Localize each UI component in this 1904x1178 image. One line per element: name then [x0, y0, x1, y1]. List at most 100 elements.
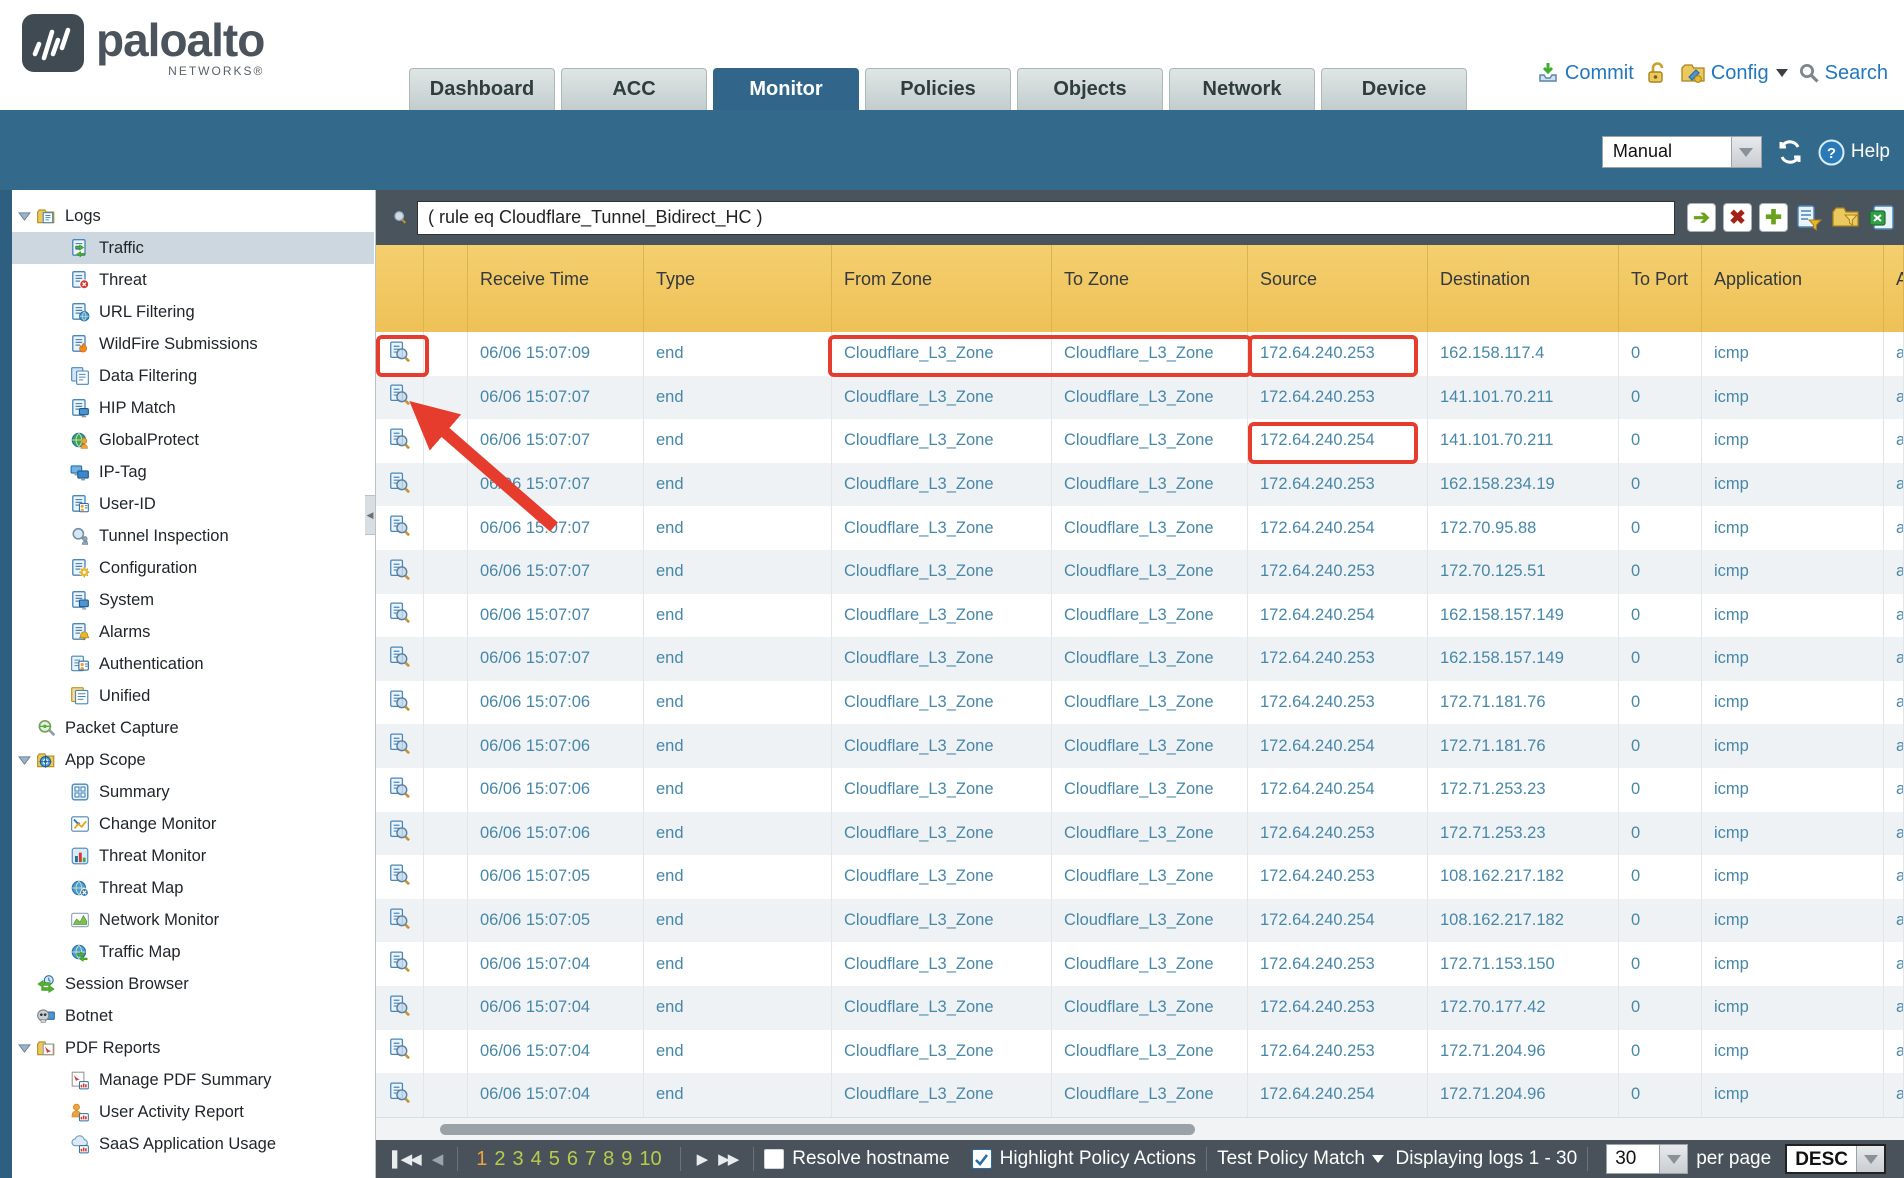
tab-objects[interactable]: Objects — [1017, 68, 1163, 110]
cell-to-port[interactable]: 0 — [1619, 681, 1702, 725]
log-detail-icon[interactable] — [389, 777, 410, 803]
cell-destination[interactable]: 172.71.253.23 — [1428, 768, 1619, 812]
cell-source[interactable]: 172.64.240.254 — [1248, 724, 1428, 768]
cell-type[interactable]: end — [644, 986, 832, 1030]
cell-to-zone[interactable]: Cloudflare_L3_Zone — [1052, 812, 1248, 856]
column-header-to-zone[interactable]: To Zone — [1052, 245, 1248, 332]
cell-action[interactable]: a — [1884, 332, 1904, 376]
cell-detail[interactable] — [376, 986, 424, 1030]
sidebar-item-alarms[interactable]: Alarms — [12, 616, 374, 648]
sidebar-item-saas-application-usage[interactable]: SaaS Application Usage — [12, 1128, 374, 1160]
sidebar-item-threat-map[interactable]: Threat Map — [12, 872, 374, 904]
cell-action[interactable]: a — [1884, 550, 1904, 594]
cell-to-zone[interactable]: Cloudflare_L3_Zone — [1052, 942, 1248, 986]
cell-from-zone[interactable]: Cloudflare_L3_Zone — [832, 681, 1052, 725]
page-number-10[interactable]: 10 — [639, 1148, 661, 1171]
column-header-type[interactable]: Type — [644, 245, 832, 332]
cell-source[interactable]: 172.64.240.254 — [1248, 1073, 1428, 1117]
cell-application[interactable]: icmp — [1702, 986, 1884, 1030]
cell-detail[interactable] — [376, 899, 424, 943]
log-detail-icon[interactable] — [389, 646, 410, 672]
cell-receive-time[interactable]: 06/06 15:07:07 — [468, 419, 644, 463]
expand-caret-icon[interactable] — [12, 755, 36, 766]
log-detail-icon[interactable] — [389, 515, 410, 541]
cell-action[interactable]: a — [1884, 899, 1904, 943]
log-detail-icon[interactable] — [389, 472, 410, 498]
cell-from-zone[interactable]: Cloudflare_L3_Zone — [832, 332, 1052, 376]
page-number-1[interactable]: 1 — [476, 1148, 487, 1171]
cell-receive-time[interactable]: 06/06 15:07:07 — [468, 463, 644, 507]
column-header-to-port[interactable]: To Port — [1619, 245, 1702, 332]
cell-from-zone[interactable]: Cloudflare_L3_Zone — [832, 376, 1052, 420]
page-number-8[interactable]: 8 — [603, 1148, 614, 1171]
cell-to-zone[interactable]: Cloudflare_L3_Zone — [1052, 1073, 1248, 1117]
column-header-application[interactable]: Application — [1702, 245, 1884, 332]
cell-destination[interactable]: 172.71.181.76 — [1428, 724, 1619, 768]
cell-receive-time[interactable]: 06/06 15:07:07 — [468, 594, 644, 638]
cell-from-zone[interactable]: Cloudflare_L3_Zone — [832, 1030, 1052, 1074]
sidebar-item-session-browser[interactable]: Session Browser — [12, 968, 374, 1000]
cell-type[interactable]: end — [644, 506, 832, 550]
cell-receive-time[interactable]: 06/06 15:07:04 — [468, 986, 644, 1030]
sidebar-item-data-filtering[interactable]: Data Filtering — [12, 360, 374, 392]
sidebar-item-ip-tag[interactable]: IP-Tag — [12, 456, 374, 488]
log-detail-icon[interactable] — [389, 820, 410, 846]
page-number-6[interactable]: 6 — [567, 1148, 578, 1171]
cell-destination[interactable]: 108.162.217.182 — [1428, 855, 1619, 899]
cell-to-port[interactable]: 0 — [1619, 637, 1702, 681]
lock-icon[interactable] — [1644, 60, 1670, 86]
config-menu[interactable]: Config — [1680, 60, 1788, 86]
cell-from-zone[interactable]: Cloudflare_L3_Zone — [832, 855, 1052, 899]
log-detail-icon[interactable] — [389, 341, 410, 367]
log-detail-icon[interactable] — [389, 602, 410, 628]
sidebar-item-url-filtering[interactable]: URL Filtering — [12, 296, 374, 328]
column-header-a[interactable]: A — [1884, 245, 1904, 332]
cell-action[interactable]: a — [1884, 942, 1904, 986]
sidebar-item-system[interactable]: System — [12, 584, 374, 616]
sidebar-item-manage-pdf-summary[interactable]: Manage PDF Summary — [12, 1064, 374, 1096]
cell-action[interactable]: a — [1884, 506, 1904, 550]
per-page-select[interactable]: 30 — [1606, 1144, 1688, 1174]
help-link[interactable]: ? Help — [1818, 139, 1890, 166]
cell-source[interactable]: 172.64.240.253 — [1248, 986, 1428, 1030]
cell-source[interactable]: 172.64.240.253 — [1248, 942, 1428, 986]
cell-from-zone[interactable]: Cloudflare_L3_Zone — [832, 812, 1052, 856]
cell-destination[interactable]: 162.158.157.149 — [1428, 594, 1619, 638]
log-detail-icon[interactable] — [389, 690, 410, 716]
tab-device[interactable]: Device — [1321, 68, 1467, 110]
log-detail-icon[interactable] — [389, 864, 410, 890]
cell-application[interactable]: icmp — [1702, 1073, 1884, 1117]
log-detail-icon[interactable] — [389, 908, 410, 934]
cell-detail[interactable] — [376, 812, 424, 856]
horizontal-scrollbar-thumb[interactable] — [440, 1124, 1195, 1135]
cell-from-zone[interactable]: Cloudflare_L3_Zone — [832, 1073, 1052, 1117]
cell-to-port[interactable]: 0 — [1619, 506, 1702, 550]
cell-application[interactable]: icmp — [1702, 681, 1884, 725]
page-number-2[interactable]: 2 — [494, 1148, 505, 1171]
cell-to-port[interactable]: 0 — [1619, 812, 1702, 856]
cell-detail[interactable] — [376, 1073, 424, 1117]
cell-destination[interactable]: 172.70.95.88 — [1428, 506, 1619, 550]
cell-destination[interactable]: 172.71.204.96 — [1428, 1030, 1619, 1074]
sidebar-item-packet-capture[interactable]: Packet Capture — [12, 712, 374, 744]
cell-detail[interactable] — [376, 550, 424, 594]
log-detail-icon[interactable] — [389, 995, 410, 1021]
cell-from-zone[interactable]: Cloudflare_L3_Zone — [832, 419, 1052, 463]
sort-order-select[interactable]: DESC — [1785, 1144, 1886, 1174]
cell-application[interactable]: icmp — [1702, 376, 1884, 420]
cell-action[interactable]: a — [1884, 419, 1904, 463]
cell-source[interactable]: 172.64.240.253 — [1248, 376, 1428, 420]
cell-action[interactable]: a — [1884, 637, 1904, 681]
column-header-receive-time[interactable]: Receive Time — [468, 245, 644, 332]
cell-destination[interactable]: 162.158.157.149 — [1428, 637, 1619, 681]
cell-detail[interactable] — [376, 376, 424, 420]
cell-action[interactable]: a — [1884, 1030, 1904, 1074]
cell-detail[interactable] — [376, 942, 424, 986]
cell-application[interactable]: icmp — [1702, 419, 1884, 463]
cell-from-zone[interactable]: Cloudflare_L3_Zone — [832, 986, 1052, 1030]
cell-to-zone[interactable]: Cloudflare_L3_Zone — [1052, 637, 1248, 681]
export-logs-icon[interactable] — [1867, 203, 1896, 232]
cell-receive-time[interactable]: 06/06 15:07:09 — [468, 332, 644, 376]
cell-to-port[interactable]: 0 — [1619, 594, 1702, 638]
sidebar-collapse-handle[interactable]: ◀ — [365, 495, 376, 535]
